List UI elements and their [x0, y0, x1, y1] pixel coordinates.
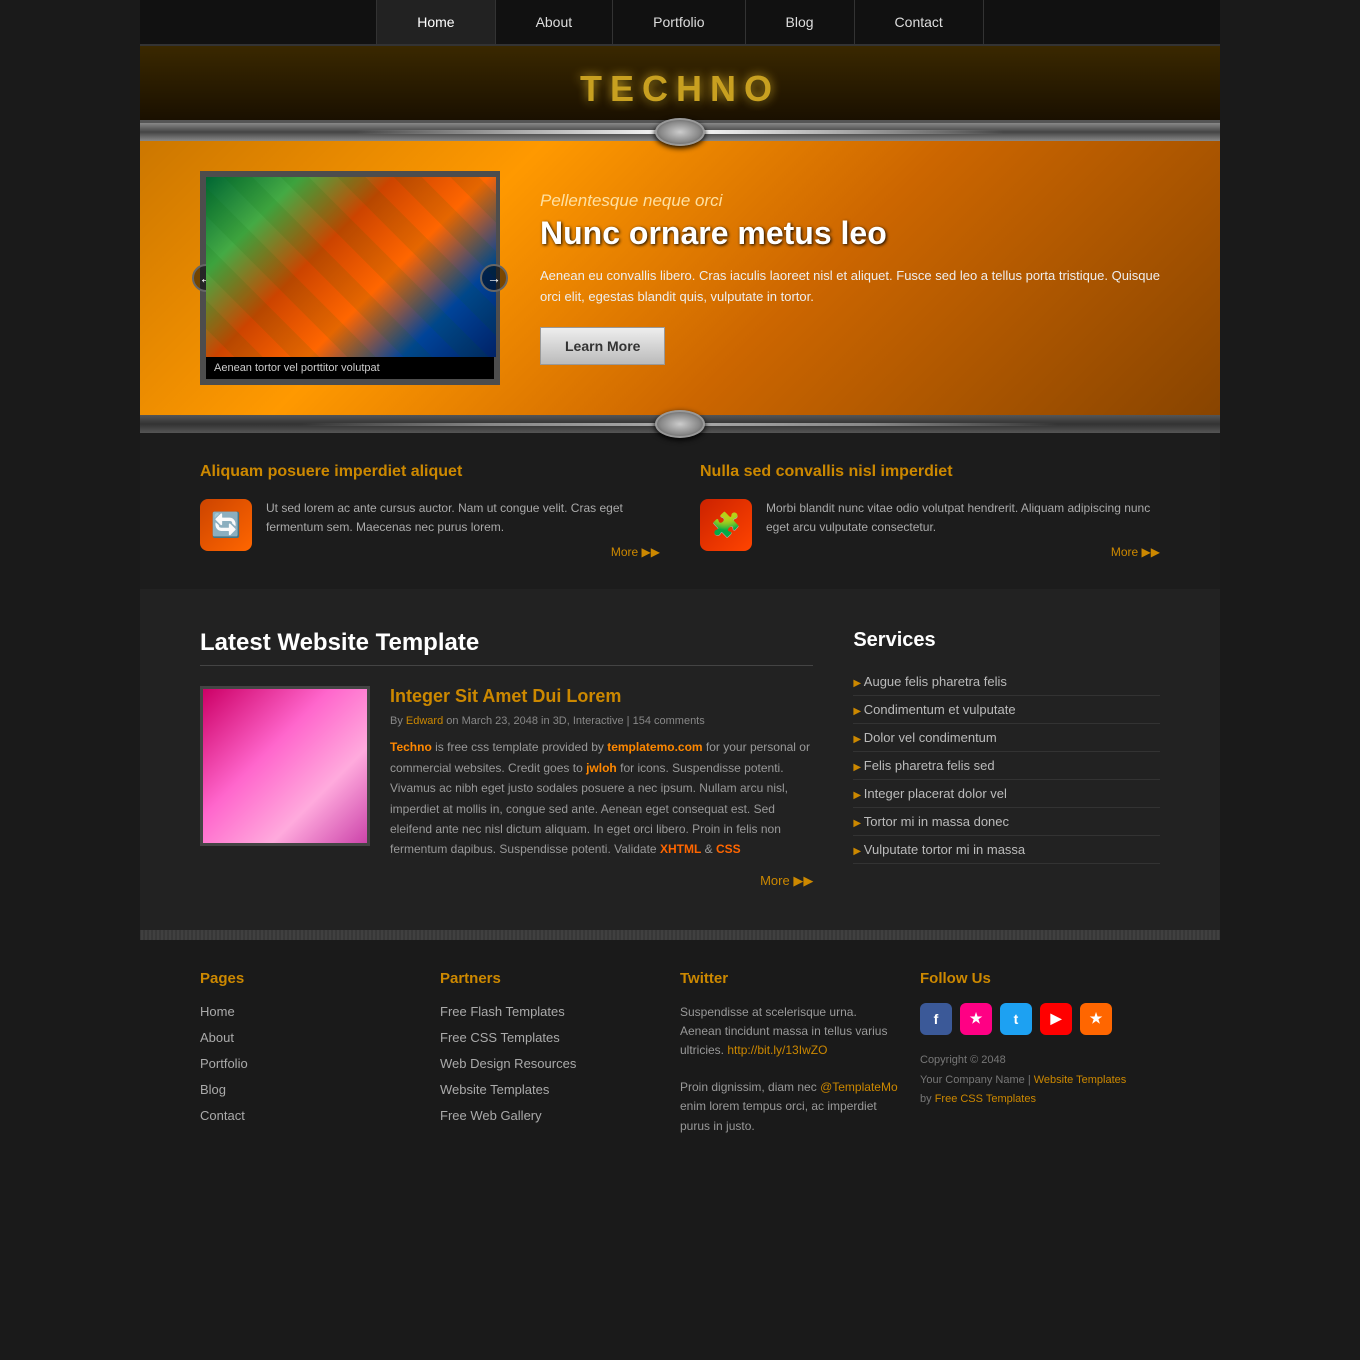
footer-twitter-text1: Suspendisse at scelerisque urna. Aenean … [680, 1003, 900, 1061]
feature-1-body: Ut sed lorem ac ante cursus auctor. Nam … [266, 499, 660, 537]
hero-sub: Pellentesque neque orci [540, 191, 1160, 211]
footer-website-templates[interactable]: Website Templates [440, 1082, 549, 1097]
slider-caption: Aenean tortor vel porttitor volutpat [206, 357, 494, 379]
sidebar-item-0: Augue felis pharetra felis [853, 668, 1160, 696]
footer-pages: Pages Home About Portfolio Blog Contact [200, 970, 440, 1136]
hero-text: Pellentesque neque orci Nunc ornare metu… [540, 191, 1160, 366]
content-left: Latest Website Template Integer Sit Amet… [200, 629, 813, 889]
post-link-css[interactable]: CSS [716, 842, 741, 856]
hero-slider: ← Aenean tortor vel porttitor volutpat → [200, 171, 500, 385]
main-content: Latest Website Template Integer Sit Amet… [140, 589, 1220, 929]
sidebar-item-4: Integer placerat dolor vel [853, 780, 1160, 808]
footer-partners-title: Partners [440, 970, 660, 987]
copyright-website-templates[interactable]: Website Templates [1034, 1074, 1127, 1086]
footer-about-link[interactable]: About [200, 1030, 234, 1045]
blog-post: Integer Sit Amet Dui Lorem By Edward on … [200, 686, 813, 889]
sidebar-list: Augue felis pharetra felis Condimentum e… [853, 668, 1160, 864]
copyright: Copyright © 2048 Your Company Name | Web… [920, 1051, 1140, 1110]
nav-about[interactable]: About [496, 0, 614, 44]
post-more-link[interactable]: More [760, 873, 813, 888]
hero-heading: Nunc ornare metus leo [540, 215, 1160, 252]
footer-pages-list: Home About Portfolio Blog Contact [200, 1003, 420, 1125]
facebook-icon[interactable]: f [920, 1003, 952, 1035]
nav-contact[interactable]: Contact [855, 0, 984, 44]
post-comments: 154 comments [633, 715, 705, 727]
sidebar-item-3: Felis pharetra felis sed [853, 752, 1160, 780]
footer-contact-link[interactable]: Contact [200, 1108, 245, 1123]
footer-divider [140, 930, 1220, 940]
footer-twitter-link1[interactable]: http://bit.ly/13IwZO [727, 1043, 827, 1057]
hero-section: ← Aenean tortor vel porttitor volutpat →… [140, 141, 1220, 415]
learn-more-button[interactable]: Learn More [540, 327, 665, 365]
post-categories: 3D, Interactive [553, 715, 624, 727]
sidebar-item-5: Tortor mi in massa donec [853, 808, 1160, 836]
nav-home[interactable]: Home [376, 0, 495, 44]
post-thumbnail [200, 686, 370, 846]
slider-image [206, 177, 496, 357]
flickr-icon[interactable]: ★ [960, 1003, 992, 1035]
footer-twitter-title: Twitter [680, 970, 900, 987]
chrome-divider-top [140, 123, 1220, 141]
footer-web-gallery[interactable]: Free Web Gallery [440, 1108, 542, 1123]
social-icons: f ★ t ▶ ★ [920, 1003, 1140, 1035]
chrome-knob-top [655, 118, 705, 146]
sidebar-item-2: Dolor vel condimentum [853, 724, 1160, 752]
footer-flash-templates[interactable]: Free Flash Templates [440, 1004, 565, 1019]
footer-partners: Partners Free Flash Templates Free CSS T… [440, 970, 680, 1136]
footer-blog-link[interactable]: Blog [200, 1082, 226, 1097]
post-body: Integer Sit Amet Dui Lorem By Edward on … [390, 686, 813, 889]
feature-2: Nulla sed convallis nisl imperdiet 🧩 Mor… [700, 463, 1160, 559]
slider-next[interactable]: → [480, 264, 508, 292]
post-content: Techno is free css template provided by … [390, 737, 813, 859]
sidebar-title: Services [853, 629, 1160, 652]
hero-body: Aenean eu convallis libero. Cras iaculis… [540, 266, 1160, 308]
sidebar-item-1: Condimentum et vulputate [853, 696, 1160, 724]
footer-twitter: Twitter Suspendisse at scelerisque urna.… [680, 970, 920, 1136]
chrome-divider-mid [140, 415, 1220, 433]
feature-1-icon: 🔄 [200, 499, 252, 551]
post-link-templatemo[interactable]: templatemo.com [607, 740, 702, 754]
footer: Pages Home About Portfolio Blog Contact … [140, 940, 1220, 1166]
footer-css-templates[interactable]: Free CSS Templates [440, 1030, 560, 1045]
feature-2-more[interactable]: More [766, 545, 1160, 559]
footer-web-design-resources[interactable]: Web Design Resources [440, 1056, 576, 1071]
post-link-jwloh[interactable]: jwloh [586, 761, 617, 775]
footer-portfolio-link[interactable]: Portfolio [200, 1056, 248, 1071]
sidebar-item-6: Vulputate tortor mi in massa [853, 836, 1160, 864]
section-title: Latest Website Template [200, 629, 813, 657]
footer-follow-title: Follow Us [920, 970, 1140, 987]
post-date: March 23, 2048 [462, 715, 538, 727]
footer-twitter-text2: Proin dignissim, diam nec @TemplateMo en… [680, 1078, 900, 1136]
post-author[interactable]: Edward [406, 715, 443, 727]
feature-1: Aliquam posuere imperdiet aliquet 🔄 Ut s… [200, 463, 660, 559]
feature-1-more[interactable]: More [266, 545, 660, 559]
footer-pages-title: Pages [200, 970, 420, 987]
footer-templatemo-link[interactable]: @TemplateMo [820, 1080, 898, 1094]
post-link-techno[interactable]: Techno [390, 740, 432, 754]
feature-2-icon: 🧩 [700, 499, 752, 551]
youtube-icon[interactable]: ▶ [1040, 1003, 1072, 1035]
post-meta: By Edward on March 23, 2048 in 3D, Inter… [390, 715, 813, 727]
nav-portfolio[interactable]: Portfolio [613, 0, 745, 44]
feature-1-title: Aliquam posuere imperdiet aliquet [200, 463, 660, 487]
post-title: Integer Sit Amet Dui Lorem [390, 686, 813, 707]
chrome-knob-mid [655, 410, 705, 438]
twitter-icon[interactable]: t [1000, 1003, 1032, 1035]
brand-title: TECHNO [140, 68, 1220, 110]
footer-home-link[interactable]: Home [200, 1004, 235, 1019]
rss-icon[interactable]: ★ [1080, 1003, 1112, 1035]
copyright-free-css-templates[interactable]: Free CSS Templates [935, 1093, 1036, 1105]
features-section: Aliquam posuere imperdiet aliquet 🔄 Ut s… [140, 433, 1220, 589]
footer-follow: Follow Us f ★ t ▶ ★ Copyright © 2048 You… [920, 970, 1160, 1136]
nav-blog[interactable]: Blog [746, 0, 855, 44]
brand-bar: TECHNO [140, 46, 1220, 123]
footer-partners-list: Free Flash Templates Free CSS Templates … [440, 1003, 660, 1125]
main-nav: Home About Portfolio Blog Contact [140, 0, 1220, 46]
feature-2-title: Nulla sed convallis nisl imperdiet [700, 463, 1160, 487]
post-link-xhtml[interactable]: XHTML [660, 842, 701, 856]
sidebar: Services Augue felis pharetra felis Cond… [853, 629, 1160, 889]
feature-2-body: Morbi blandit nunc vitae odio volutpat h… [766, 499, 1160, 537]
